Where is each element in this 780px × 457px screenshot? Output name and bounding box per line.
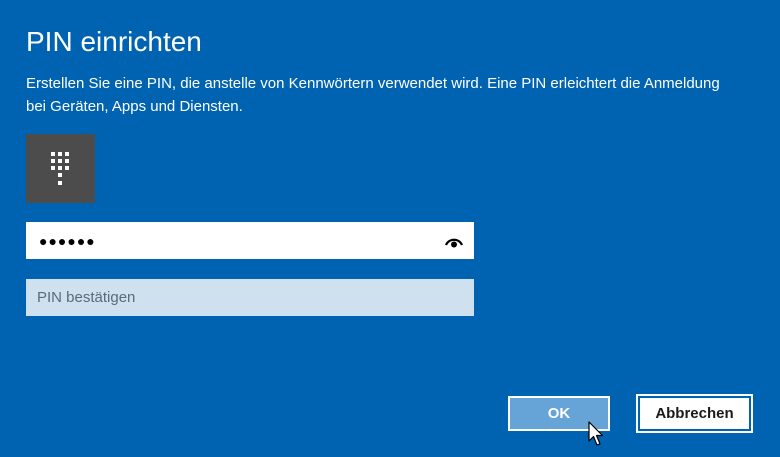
dialog-title: PIN einrichten	[26, 26, 202, 57]
keypad-glyph	[51, 152, 69, 185]
confirm-pin-input[interactable]	[27, 280, 473, 315]
eye-icon[interactable]	[444, 235, 464, 248]
ok-button[interactable]: OK	[508, 396, 610, 431]
pin-input[interactable]: ●●●●●●	[26, 222, 474, 259]
confirm-pin-field[interactable]	[26, 279, 474, 316]
dialog-description: Erstellen Sie eine PIN, die anstelle von…	[26, 75, 720, 115]
keypad-icon	[26, 134, 95, 203]
pin-masked-value: ●●●●●●	[39, 233, 96, 249]
cancel-button[interactable]: Abbrechen	[636, 394, 753, 433]
